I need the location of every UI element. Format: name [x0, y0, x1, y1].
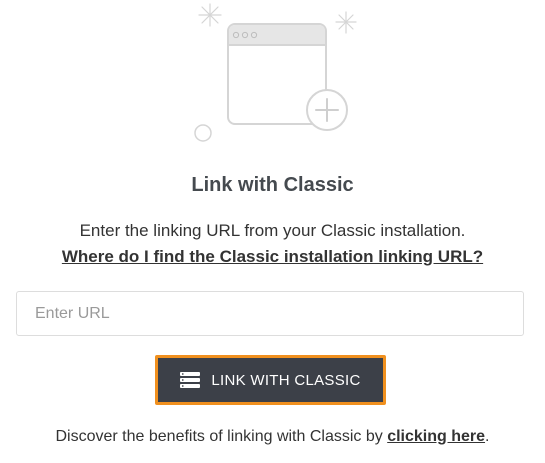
footer-text-after: . — [485, 428, 490, 445]
link-with-classic-button[interactable]: LINK WITH CLASSIC — [155, 355, 386, 405]
url-input[interactable] — [16, 291, 524, 336]
footer-text-before: Discover the benefits of linking with Cl… — [55, 428, 388, 445]
sparkle-icon — [335, 11, 357, 34]
page-title: Link with Classic — [191, 174, 354, 196]
link-with-classic-label: LINK WITH CLASSIC — [211, 371, 361, 389]
browser-window-add-icon — [194, 3, 357, 142]
help-link[interactable]: Where do I find the Classic installation… — [0, 247, 545, 267]
plus-circle-icon — [306, 89, 348, 131]
server-icon — [180, 372, 201, 388]
circle-decoration — [194, 124, 212, 142]
clicking-here-link[interactable]: clicking here — [387, 428, 485, 445]
instructions-text: Enter the linking URL from your Classic … — [79, 221, 466, 240]
sparkle-icon — [198, 3, 222, 27]
footer-text: Discover the benefits of linking with Cl… — [0, 428, 545, 446]
window-titlebar — [229, 25, 325, 45]
